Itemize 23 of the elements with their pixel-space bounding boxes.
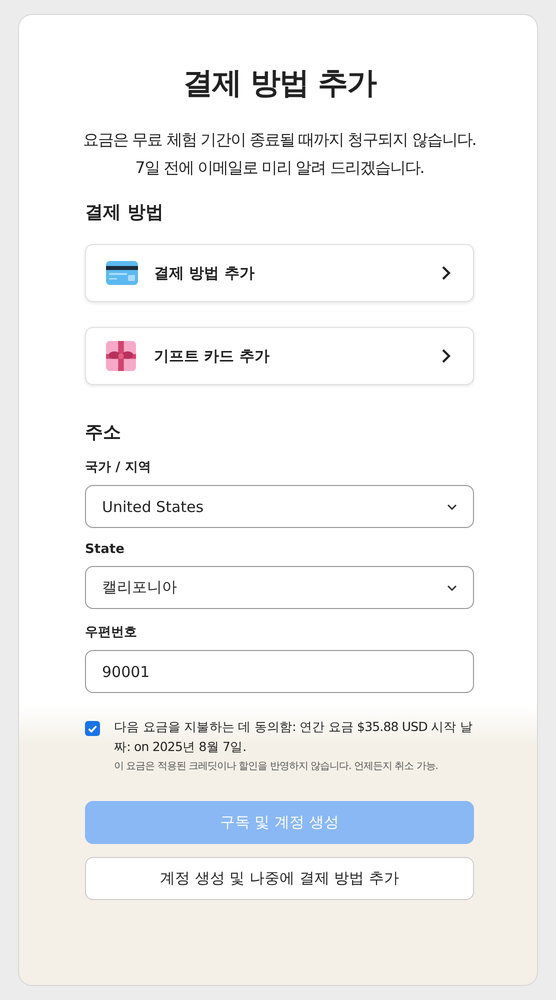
- chevron-right-icon: [441, 349, 451, 363]
- add-option-button[interactable]: 기프트 카드 추가: [85, 327, 474, 385]
- chevron-down-icon: [447, 584, 457, 590]
- description-text: 요금은 무료 체험 기간이 종료될 때까지 청구되지 않습니다. 7일 전에 이메일로 미리 알려 드리겠습니다.: [82, 129, 477, 179]
- chevron-down-icon: [447, 504, 457, 510]
- dropdown[interactable]: United States: [85, 485, 474, 528]
- section-heading: 결제 방법: [85, 201, 164, 224]
- field-label: 우편번호: [85, 624, 138, 641]
- page-title: 결제 방법 추가: [182, 65, 378, 103]
- checkmark-icon: [87, 723, 98, 734]
- gift-icon: [106, 341, 138, 371]
- field-label: State: [85, 542, 126, 557]
- credit-card-icon: [106, 259, 138, 287]
- input-field[interactable]: 90001: [85, 650, 474, 693]
- field-label: 국가 / 지역: [85, 459, 152, 476]
- checkbox[interactable]: [85, 721, 100, 736]
- note-text: 이 요금은 적용된 크레딧이나 할인을 반영하지 않습니다. 언제든지 취소 가능.: [114, 760, 439, 773]
- chevron-right-icon: [441, 266, 451, 280]
- create-account-button[interactable]: 계정 생성 및 나중에 결제 방법 추가: [85, 857, 474, 900]
- dropdown[interactable]: 캘리포니아: [85, 566, 474, 609]
- consent-text: 다음 요금을 지불하는 데 동의함: 연간 요금 $35.88 USD 시작 날짜: on 2025년 8월 7일.: [114, 718, 474, 756]
- add-option-button[interactable]: 결제 방법 추가: [85, 244, 474, 302]
- section-heading: 주소: [85, 421, 122, 444]
